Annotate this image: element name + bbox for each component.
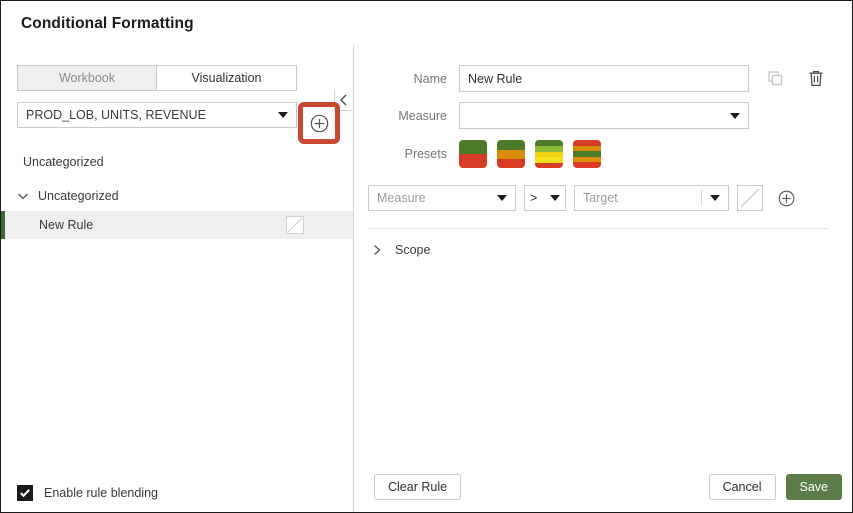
rule-tree-node-uncategorized[interactable]: Uncategorized: [17, 185, 337, 207]
chevron-left-icon: [339, 94, 348, 106]
measure-select[interactable]: [459, 102, 749, 129]
enable-rule-blending-label: Enable rule blending: [44, 486, 158, 500]
preset-band: [573, 162, 601, 168]
preset-band: [497, 159, 525, 168]
left-panel: Workbook Visualization PROD_LOB, UNITS, …: [1, 45, 354, 512]
name-input-value: New Rule: [468, 72, 522, 86]
name-field-row: Name New Rule: [354, 65, 827, 92]
diagonal-slash-icon: [287, 217, 303, 233]
plus-circle-icon: [310, 114, 329, 133]
condition-operator-value: >: [530, 191, 537, 205]
tab-workbook[interactable]: Workbook: [17, 65, 157, 91]
preset-band: [535, 163, 563, 168]
rule-tree-node-label: Uncategorized: [38, 189, 119, 203]
chevron-down-icon: [17, 190, 29, 202]
duplicate-rule-button[interactable]: [765, 68, 787, 90]
trash-icon: [808, 70, 824, 87]
condition-measure-select[interactable]: Measure: [368, 185, 516, 211]
condition-target-input[interactable]: Target: [574, 185, 729, 211]
cancel-label: Cancel: [723, 480, 762, 494]
scope-section-toggle[interactable]: Scope: [372, 243, 430, 257]
preset-band: [497, 140, 525, 150]
page-title: Conditional Formatting: [21, 15, 194, 33]
datasource-select[interactable]: PROD_LOB, UNITS, REVENUE: [17, 102, 297, 128]
caret-down-icon: [497, 195, 507, 201]
clear-rule-button[interactable]: Clear Rule: [374, 474, 461, 500]
condition-color-swatch[interactable]: [737, 185, 763, 211]
preset-swatch-1[interactable]: [497, 140, 525, 168]
right-panel: Name New Rule M: [354, 45, 852, 512]
clear-rule-label: Clear Rule: [388, 480, 447, 494]
add-rule-button[interactable]: [304, 108, 334, 138]
tab-visualization[interactable]: Visualization: [157, 65, 297, 91]
footer-right: Cancel Save: [709, 474, 842, 500]
empty-color-swatch-icon: [738, 186, 762, 210]
caret-down-icon: [550, 195, 560, 201]
rule-list-item-label: New Rule: [39, 218, 93, 232]
preset-swatch-0[interactable]: [459, 140, 487, 168]
add-condition-button[interactable]: [775, 187, 797, 209]
name-field-label: Name: [354, 72, 459, 86]
check-icon: [19, 487, 31, 499]
rule-list-item-new-rule[interactable]: New Rule: [1, 211, 353, 239]
condition-target-placeholder: Target: [583, 191, 618, 205]
target-divider: [701, 190, 702, 206]
copy-icon: [768, 71, 784, 87]
caret-down-icon: [710, 195, 720, 201]
chevron-right-icon: [372, 244, 383, 256]
condition-operator-select[interactable]: >: [524, 185, 566, 211]
preset-band: [497, 150, 525, 159]
datasource-select-value: PROD_LOB, UNITS, REVENUE: [26, 108, 206, 122]
save-label: Save: [800, 480, 829, 494]
preset-band: [459, 140, 487, 154]
measure-field-label: Measure: [354, 109, 459, 123]
preset-swatch-3[interactable]: [573, 140, 601, 168]
scope-tabs: Workbook Visualization: [17, 65, 297, 91]
enable-rule-blending-row[interactable]: Enable rule blending: [17, 485, 158, 501]
save-button[interactable]: Save: [786, 474, 843, 500]
measure-field-row: Measure: [354, 102, 749, 129]
preset-band: [459, 154, 487, 168]
conditional-formatting-dialog: Conditional Formatting Workbook Visualiz…: [0, 0, 853, 513]
presets-label: Presets: [354, 147, 459, 161]
presets-row: Presets: [354, 140, 611, 168]
name-input[interactable]: New Rule: [459, 65, 749, 92]
enable-rule-blending-checkbox[interactable]: [17, 485, 33, 501]
tab-visualization-label: Visualization: [192, 71, 262, 85]
section-divider: [368, 228, 828, 229]
rule-group-header: Uncategorized: [23, 155, 104, 169]
empty-color-swatch-icon[interactable]: [286, 216, 304, 234]
cancel-button[interactable]: Cancel: [709, 474, 776, 500]
collapse-panel-button[interactable]: [334, 89, 352, 111]
scope-section-label: Scope: [395, 243, 430, 257]
caret-down-icon: [730, 113, 740, 119]
caret-down-icon: [278, 112, 288, 118]
footer-left: Clear Rule: [374, 474, 461, 500]
delete-rule-button[interactable]: [805, 68, 827, 90]
condition-measure-placeholder: Measure: [377, 191, 426, 205]
condition-row: Measure > Target: [368, 185, 797, 211]
plus-circle-icon: [778, 190, 795, 207]
preset-swatch-2[interactable]: [535, 140, 563, 168]
tab-workbook-label: Workbook: [59, 71, 115, 85]
